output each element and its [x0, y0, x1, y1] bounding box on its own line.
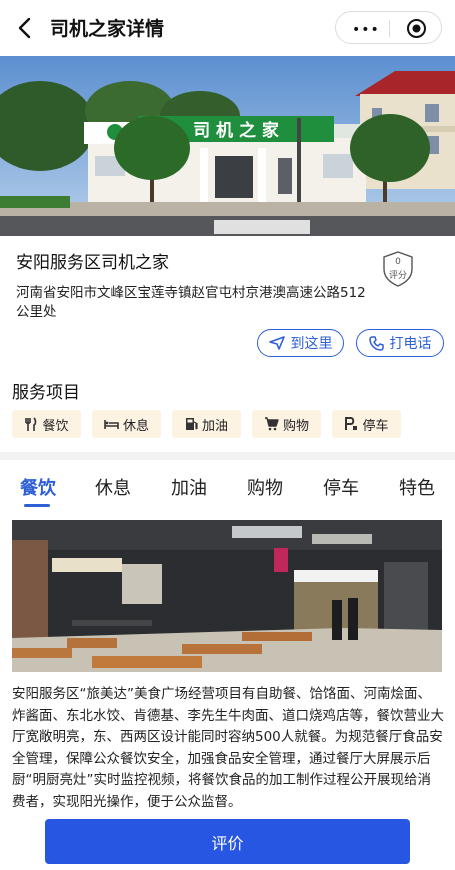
service-chip-rest[interactable]: 休息 [92, 410, 161, 438]
navigation-arrow-icon [268, 336, 285, 350]
parking-icon [345, 417, 358, 430]
section-divider [0, 452, 455, 460]
fuel-icon [185, 418, 198, 430]
score-label: 评分 [388, 271, 407, 281]
close-target-icon[interactable] [406, 18, 427, 39]
service-chip-fuel[interactable]: 加油 [172, 410, 241, 438]
chip-label: 加油 [201, 418, 228, 434]
chip-label: 购物 [282, 418, 309, 434]
back-arrow-icon[interactable] [14, 16, 36, 40]
service-chip-shopping[interactable]: 购物 [252, 410, 321, 438]
service-chip-dining[interactable]: 餐饮 [12, 410, 81, 438]
score-badge: 0 评分 [382, 250, 414, 288]
tab-parking[interactable]: 停车 [323, 474, 359, 500]
dining-description: 安阳服务区“旅美达”美食广场经营项目有自助餐、饸饹面、河南烩面、炸酱面、东北水饺… [12, 686, 444, 810]
chip-label: 休息 [122, 418, 149, 434]
station-info-card: 安阳服务区司机之家 0 评分 河南省安阳市文峰区宝莲寺镇赵官屯村京港澳高速公路5… [0, 236, 455, 366]
nav-bar: 司机之家详情 ••• [0, 0, 455, 56]
page-title: 司机之家详情 [50, 18, 165, 40]
bed-icon [104, 420, 119, 429]
fork-knife-icon [25, 416, 37, 431]
mini-program-capsule: ••• [335, 11, 442, 44]
service-tabs: 餐饮 休息 加油 购物 停车 特色 [0, 460, 455, 514]
call-button[interactable]: 打电话 [356, 329, 444, 357]
more-icon[interactable]: ••• [352, 22, 380, 38]
services-title: 服务项目 [12, 383, 80, 403]
active-tab-indicator [24, 504, 50, 507]
service-chip-parking[interactable]: 停车 [332, 410, 401, 438]
navigate-button-label: 到这里 [290, 336, 333, 352]
station-name: 安阳服务区司机之家 [16, 253, 169, 273]
chip-label: 停车 [362, 418, 389, 434]
cart-icon [264, 417, 279, 431]
tab-dining[interactable]: 餐饮 [20, 474, 56, 500]
call-button-label: 打电话 [389, 336, 432, 352]
station-photo: 司 机 之 家 [0, 56, 455, 236]
building-sign-text: 司 机 之 家 [193, 120, 279, 141]
service-chips: 餐饮 休息 加油 购物 停车 [12, 410, 452, 438]
rate-button[interactable]: 评价 [45, 819, 410, 864]
food-court-photo [12, 520, 442, 672]
tab-fuel[interactable]: 加油 [171, 474, 207, 500]
score-value: 0 [395, 257, 401, 267]
tab-featured[interactable]: 特色 [399, 474, 435, 500]
navigate-button[interactable]: 到这里 [257, 329, 344, 357]
station-address: 河南省安阳市文峰区宝莲寺镇赵官屯村京港澳高速公路512公里处 [16, 285, 366, 320]
tab-rest[interactable]: 休息 [95, 474, 131, 500]
phone-icon [368, 335, 384, 351]
tab-shopping[interactable]: 购物 [247, 474, 283, 500]
chip-label: 餐饮 [42, 418, 69, 434]
capsule-divider [389, 20, 390, 37]
